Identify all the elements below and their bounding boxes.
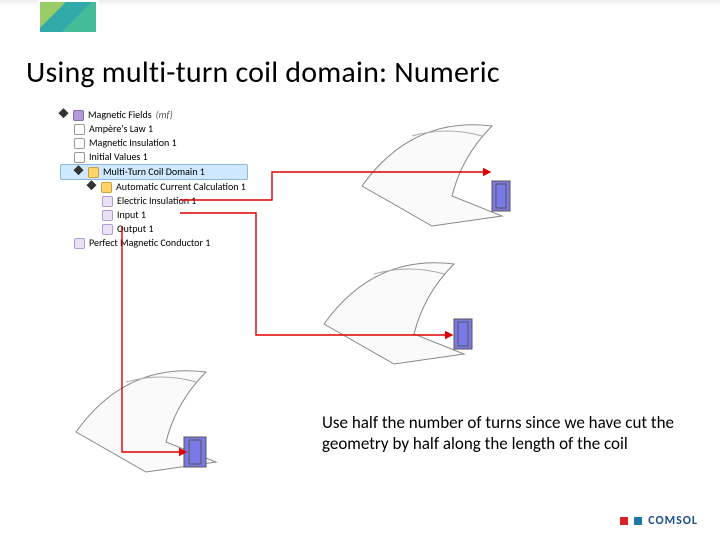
page-title: Using multi-turn coil domain: Numeric [26, 54, 500, 91]
tree-label: Multi-Turn Coil Domain 1 [103, 165, 205, 179]
tree-label: Input 1 [117, 208, 146, 222]
brand-square-icon [620, 517, 628, 525]
node-icon [74, 124, 85, 135]
tree-label: Initial Values 1 [89, 150, 148, 164]
physics-icon [73, 110, 84, 121]
tree-item[interactable]: Perfect Magnetic Conductor 1 [60, 236, 248, 250]
tree-item-coil[interactable]: Multi-Turn Coil Domain 1 [60, 164, 248, 180]
tree-label: Ampère's Law 1 [89, 122, 153, 136]
caption-text: Use half the number of turns since we ha… [322, 412, 682, 454]
logo [38, 0, 98, 34]
boundary-icon [102, 196, 113, 207]
chevron-down-icon[interactable] [60, 111, 69, 120]
geometry-view-3 [66, 352, 266, 482]
tree-item-insulation[interactable]: Electric Insulation 1 [60, 194, 248, 208]
boundary-icon [74, 238, 85, 249]
brand-logo: COMSOL [620, 514, 698, 528]
node-icon [74, 152, 85, 163]
tree-label: Output 1 [117, 222, 153, 236]
brand-text: COMSOL [648, 514, 698, 528]
tree-item[interactable]: Magnetic Insulation 1 [60, 136, 248, 150]
tree-label: Automatic Current Calculation 1 [116, 180, 246, 194]
chevron-down-icon[interactable] [75, 168, 84, 177]
header [0, 0, 720, 42]
boundary-icon [102, 224, 113, 235]
tree-item-output[interactable]: Output 1 [60, 222, 248, 236]
tree-label: Perfect Magnetic Conductor 1 [89, 236, 210, 250]
geometry-view-1 [352, 106, 552, 236]
geometry-view-2 [314, 244, 514, 374]
boundary-icon [102, 210, 113, 221]
tree-item-input[interactable]: Input 1 [60, 208, 248, 222]
header-bar [0, 0, 720, 6]
coil-icon [88, 167, 99, 178]
calc-icon [101, 182, 112, 193]
tree-label: Magnetic Fields [88, 108, 152, 122]
chevron-down-icon[interactable] [88, 183, 97, 192]
tree-item[interactable]: Ampère's Law 1 [60, 122, 248, 136]
model-tree: Magnetic Fields (mf) Ampère's Law 1 Magn… [60, 108, 248, 250]
tree-item[interactable]: Initial Values 1 [60, 150, 248, 164]
tree-root[interactable]: Magnetic Fields (mf) [60, 108, 248, 122]
tree-suffix: (mf) [156, 108, 173, 122]
tree-label: Electric Insulation 1 [117, 194, 196, 208]
node-icon [74, 138, 85, 149]
tree-item[interactable]: Automatic Current Calculation 1 [60, 180, 248, 194]
tree-label: Magnetic Insulation 1 [89, 136, 177, 150]
brand-square-icon [634, 517, 642, 525]
